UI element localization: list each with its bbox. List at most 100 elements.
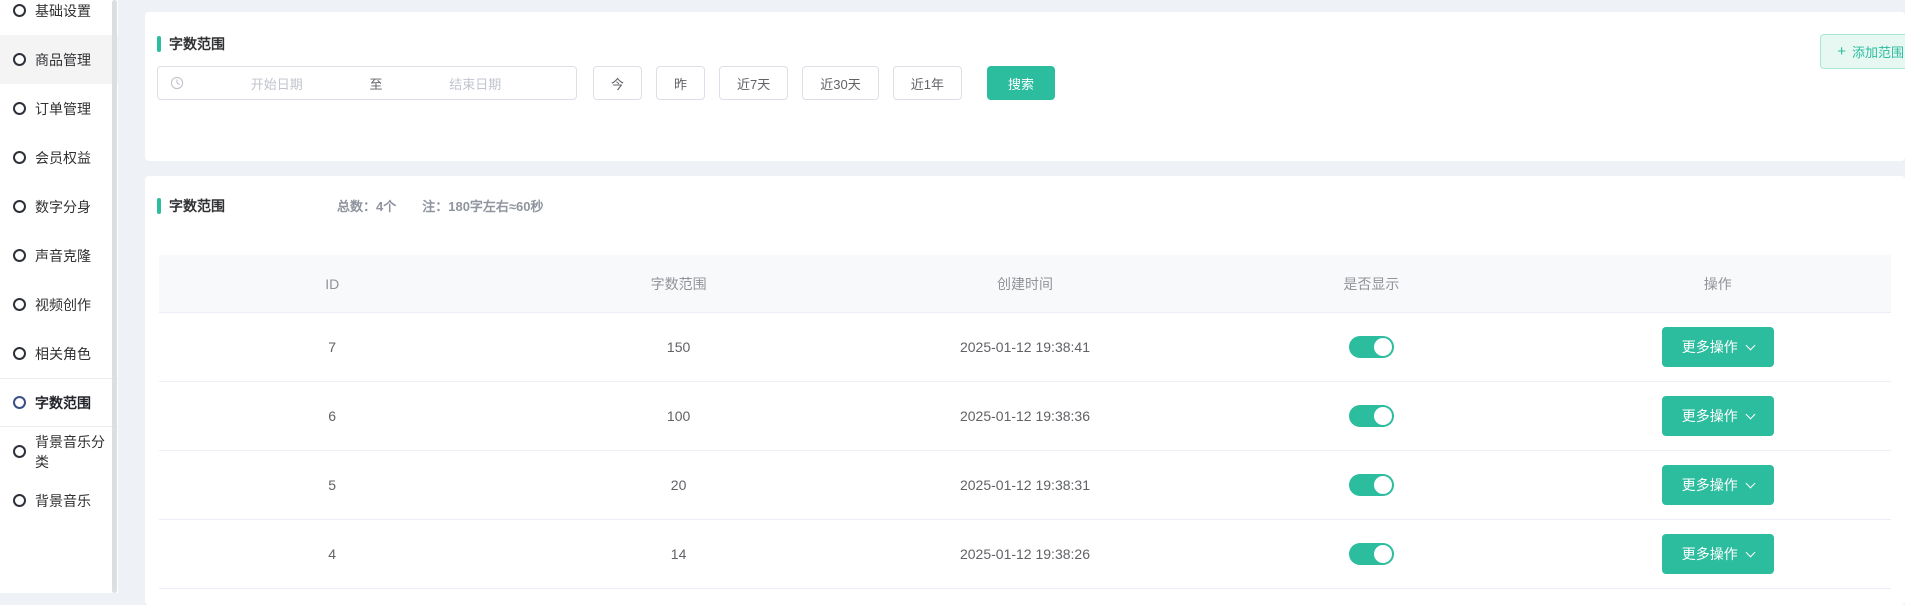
note-label: 注：180字左右≈60秒 — [422, 196, 543, 215]
sidebar-item-label: 背景音乐 — [35, 491, 91, 511]
cell-id: 5 — [159, 477, 505, 493]
sidebar-scrollbar[interactable] — [112, 0, 117, 593]
sidebar-item-label: 视频创作 — [35, 295, 91, 315]
sidebar-item-bgm[interactable]: 背景音乐 — [0, 476, 118, 525]
column-header-range: 字数范围 — [505, 274, 851, 294]
sidebar-item-bgm-category[interactable]: 背景音乐分类 — [0, 427, 118, 476]
table-title: 字数范围 — [169, 199, 225, 213]
quick-range-30days-button[interactable]: 近30天 — [802, 66, 878, 100]
radio-icon — [13, 445, 26, 458]
sidebar-item-member-benefits[interactable]: 会员权益 — [0, 133, 118, 182]
cell-id: 7 — [159, 339, 505, 355]
sidebar-item-basic-settings[interactable]: 基础设置 — [0, 0, 118, 35]
table-card-title: 字数范围 总数：4个 注：180字左右≈60秒 — [157, 196, 544, 215]
toggle-knob — [1374, 407, 1392, 425]
search-button[interactable]: 搜索 — [987, 66, 1055, 100]
more-actions-button[interactable]: 更多操作 — [1662, 534, 1774, 574]
table-stats: 总数：4个 注：180字左右≈60秒 — [337, 196, 544, 215]
more-actions-button[interactable]: 更多操作 — [1662, 396, 1774, 436]
sidebar-item-label: 订单管理 — [35, 99, 91, 119]
filter-card-title: 字数范围 — [157, 36, 225, 52]
radio-icon — [13, 298, 26, 311]
cell-range: 150 — [505, 339, 851, 355]
radio-icon — [13, 396, 26, 409]
radio-icon — [13, 53, 26, 66]
cell-range: 100 — [505, 408, 851, 424]
table-row: 4 14 2025-01-12 19:38:26 更多操作 — [159, 520, 1891, 589]
radio-icon — [13, 494, 26, 507]
end-date-placeholder: 结束日期 — [387, 74, 565, 93]
radio-icon — [13, 249, 26, 262]
cell-created-at: 2025-01-12 19:38:31 — [852, 477, 1198, 493]
more-actions-label: 更多操作 — [1682, 475, 1738, 495]
sidebar-item-label: 相关角色 — [35, 344, 91, 364]
quick-range-7days-button[interactable]: 近7天 — [719, 66, 788, 100]
cell-id: 4 — [159, 546, 505, 562]
column-header-actions: 操作 — [1545, 274, 1891, 294]
page-title: 字数范围 — [169, 37, 225, 51]
sidebar-item-word-count-range[interactable]: 字数范围 — [0, 378, 118, 427]
sidebar-item-product-management[interactable]: 商品管理 — [0, 35, 118, 84]
radio-icon — [13, 102, 26, 115]
main-content: 字数范围 开始日期 至 结束日期 今 昨 近7天 近30天 近1年 搜索 — [118, 0, 1905, 593]
sidebar: 基础设置 商品管理 订单管理 会员权益 数字分身 声音克隆 视频创作 相关角色 — [0, 0, 118, 593]
sidebar-item-label: 数字分身 — [35, 197, 91, 217]
cell-range: 20 — [505, 477, 851, 493]
radio-icon — [13, 347, 26, 360]
title-accent-bar — [157, 198, 161, 214]
chevron-down-icon — [1745, 409, 1755, 419]
total-count-label: 总数：4个 — [337, 196, 396, 215]
more-actions-label: 更多操作 — [1682, 337, 1738, 357]
filter-card: 字数范围 开始日期 至 结束日期 今 昨 近7天 近30天 近1年 搜索 — [145, 12, 1905, 161]
ranges-table: ID 字数范围 创建时间 是否显示 操作 7 150 2025-01-12 19… — [159, 255, 1891, 589]
sidebar-item-digital-avatar[interactable]: 数字分身 — [0, 182, 118, 231]
table-card: 字数范围 总数：4个 注：180字左右≈60秒 ID 字数范围 创建时间 是否显… — [145, 176, 1905, 605]
more-actions-label: 更多操作 — [1682, 406, 1738, 426]
more-actions-label: 更多操作 — [1682, 544, 1738, 564]
radio-icon — [13, 200, 26, 213]
toggle-knob — [1374, 545, 1392, 563]
sidebar-item-related-roles[interactable]: 相关角色 — [0, 329, 118, 378]
cell-id: 6 — [159, 408, 505, 424]
table-header-row: ID 字数范围 创建时间 是否显示 操作 — [159, 255, 1891, 313]
sidebar-item-label: 声音克隆 — [35, 246, 91, 266]
date-range-separator: 至 — [366, 74, 387, 93]
sidebar-item-label: 会员权益 — [35, 148, 91, 168]
start-date-placeholder: 开始日期 — [188, 74, 366, 93]
quick-range-1year-button[interactable]: 近1年 — [893, 66, 962, 100]
clock-icon — [170, 76, 184, 90]
cell-created-at: 2025-01-12 19:38:41 — [852, 339, 1198, 355]
more-actions-button[interactable]: 更多操作 — [1662, 327, 1774, 367]
sidebar-item-voice-clone[interactable]: 声音克隆 — [0, 231, 118, 280]
column-header-id: ID — [159, 276, 505, 292]
sidebar-item-video-creation[interactable]: 视频创作 — [0, 280, 118, 329]
cell-created-at: 2025-01-12 19:38:26 — [852, 546, 1198, 562]
table-row: 5 20 2025-01-12 19:38:31 更多操作 — [159, 451, 1891, 520]
visibility-toggle[interactable] — [1349, 543, 1394, 565]
table-row: 7 150 2025-01-12 19:38:41 更多操作 — [159, 313, 1891, 382]
sidebar-menu: 基础设置 商品管理 订单管理 会员权益 数字分身 声音克隆 视频创作 相关角色 — [0, 0, 118, 525]
quick-range-yesterday-button[interactable]: 昨 — [656, 66, 705, 100]
date-range-input[interactable]: 开始日期 至 结束日期 — [157, 66, 577, 100]
cell-range: 14 — [505, 546, 851, 562]
visibility-toggle[interactable] — [1349, 474, 1394, 496]
sidebar-item-label: 背景音乐分类 — [35, 432, 118, 472]
add-range-label: 添加范围 — [1852, 42, 1904, 61]
column-header-created-at: 创建时间 — [852, 274, 1198, 294]
add-range-button[interactable]: + 添加范围 — [1820, 34, 1905, 69]
chevron-down-icon — [1745, 340, 1755, 350]
table-row: 6 100 2025-01-12 19:38:36 更多操作 — [159, 382, 1891, 451]
chevron-down-icon — [1745, 547, 1755, 557]
sidebar-item-order-management[interactable]: 订单管理 — [0, 84, 118, 133]
column-header-visible: 是否显示 — [1198, 274, 1544, 294]
more-actions-button[interactable]: 更多操作 — [1662, 465, 1774, 505]
radio-icon — [13, 4, 26, 17]
filter-row: 开始日期 至 结束日期 今 昨 近7天 近30天 近1年 搜索 — [157, 66, 1055, 100]
visibility-toggle[interactable] — [1349, 405, 1394, 427]
radio-icon — [13, 151, 26, 164]
quick-range-today-button[interactable]: 今 — [593, 66, 642, 100]
visibility-toggle[interactable] — [1349, 336, 1394, 358]
sidebar-item-label: 基础设置 — [35, 1, 91, 21]
plus-icon: + — [1837, 44, 1846, 59]
sidebar-item-label: 商品管理 — [35, 50, 91, 70]
